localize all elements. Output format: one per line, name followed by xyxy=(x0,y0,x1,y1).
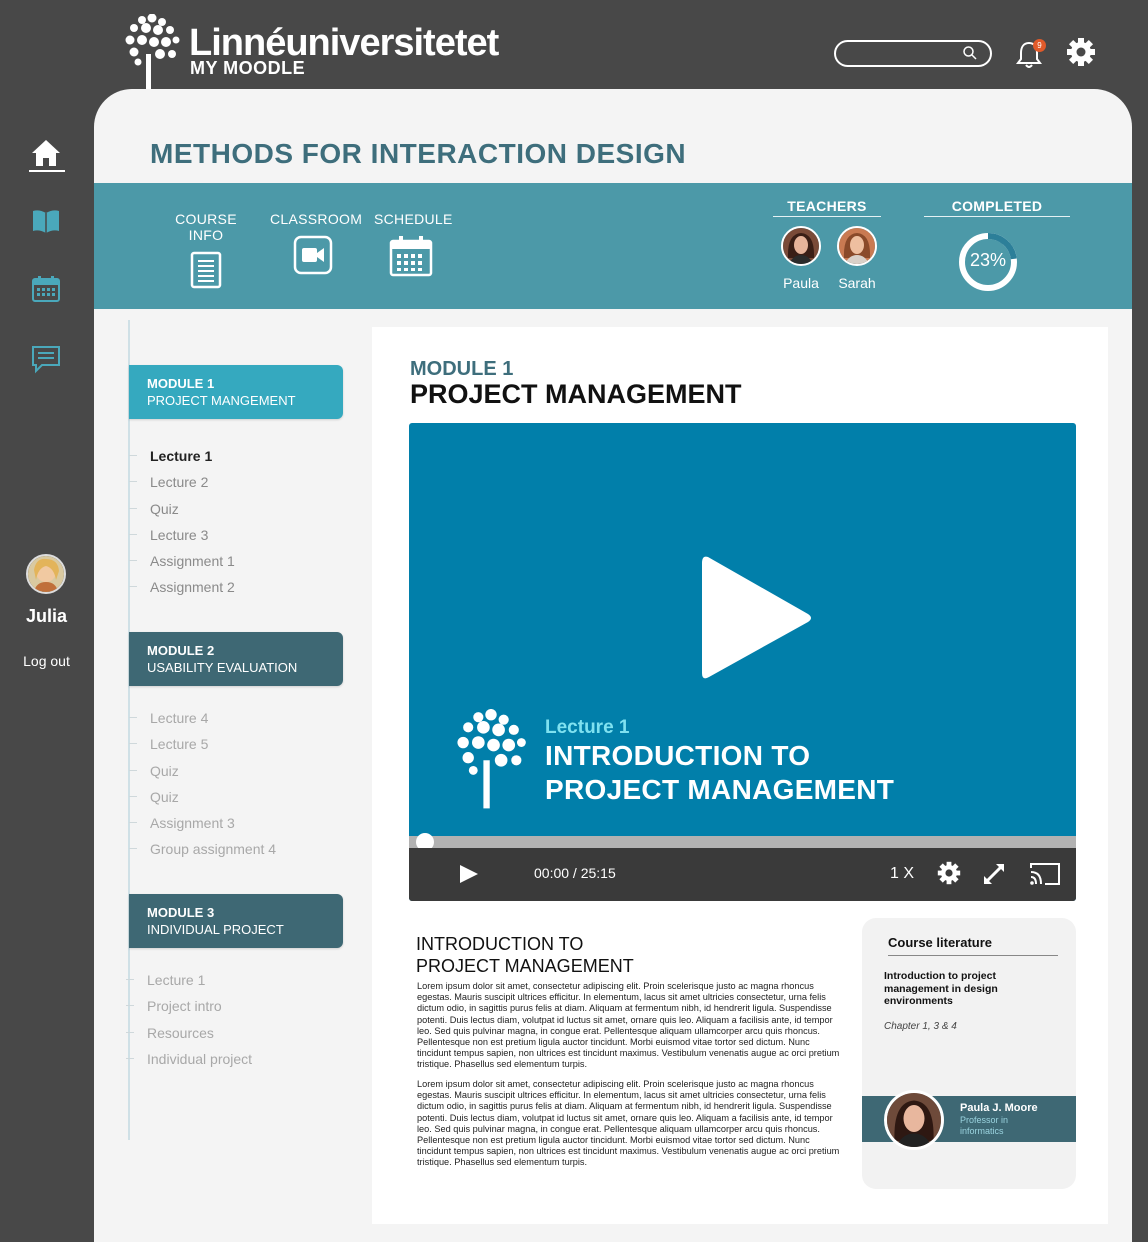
user-name: Julia xyxy=(25,606,68,626)
video-time: 00:00 / 25:15 xyxy=(534,865,616,881)
tree-logo-icon xyxy=(457,709,526,809)
list-item[interactable]: Project intro xyxy=(125,996,252,1022)
home-icon[interactable] xyxy=(30,138,62,168)
list-item[interactable]: Lecture 1 xyxy=(129,446,235,472)
list-item[interactable]: Assignment 2 xyxy=(129,577,235,603)
list-item[interactable]: Lecture 5 xyxy=(128,734,276,760)
tab-course-info[interactable]: COURSE INFO xyxy=(160,211,252,292)
module-number: MODULE 2 xyxy=(147,643,215,658)
seek-bar[interactable] xyxy=(409,836,1076,848)
course-literature-card: Course literature Introduction to projec… xyxy=(862,918,1076,1189)
video-controls: 00:00 / 25:15 1 X xyxy=(409,848,1076,901)
video-camera-icon xyxy=(293,235,333,275)
article-heading-line: PROJECT MANAGEMENT xyxy=(416,956,634,976)
completed-percent: 23% xyxy=(969,250,1007,270)
playback-speed[interactable]: 1 X xyxy=(890,865,914,883)
logo[interactable]: Linnéuniversitetet MY MOODLE xyxy=(122,14,542,92)
chat-icon[interactable] xyxy=(30,344,62,374)
literature-heading: Course literature xyxy=(888,935,1058,956)
avatar-photo xyxy=(28,556,64,592)
document-icon xyxy=(190,251,222,289)
video-title: INTRODUCTION TO PROJECT MANAGEMENT xyxy=(545,739,894,807)
list-item[interactable]: Quiz xyxy=(129,499,235,525)
literature-book[interactable]: Introduction to project management in de… xyxy=(884,970,1034,1008)
avatar[interactable] xyxy=(26,554,66,594)
article-heading: INTRODUCTION TO PROJECT MANAGEMENT xyxy=(416,933,634,977)
list-item[interactable]: Lecture 1 xyxy=(125,970,252,996)
play-icon[interactable] xyxy=(459,864,479,884)
teacher-sarah[interactable]: Sarah xyxy=(835,226,879,291)
tab-label: CLASSROOM xyxy=(270,211,363,227)
list-item[interactable]: Lecture 4 xyxy=(128,708,276,734)
teacher-name: Paula xyxy=(783,275,819,291)
book-icon[interactable] xyxy=(30,207,62,235)
page-title: METHODS FOR INTERACTION DESIGN xyxy=(150,138,687,169)
gear-icon[interactable] xyxy=(937,861,961,885)
module-name: INDIVIDUAL PROJECT xyxy=(147,922,284,937)
app-root: Linnéuniversitetet MY MOODLE 9 Julia Log… xyxy=(0,0,1148,1242)
teachers-heading: TEACHERS xyxy=(773,198,881,217)
avatar xyxy=(781,226,821,266)
module-1-button[interactable]: MODULE 1 PROJECT MANGEMENT xyxy=(129,365,343,419)
module-2-button[interactable]: MODULE 2 USABILITY EVALUATION xyxy=(129,632,343,686)
gear-icon[interactable] xyxy=(1066,37,1096,67)
module-number: MODULE 3 xyxy=(147,905,215,920)
avatar xyxy=(837,226,877,266)
module-1-items: Lecture 1 Lecture 2 Quiz Lecture 3 Assig… xyxy=(129,446,235,604)
list-item[interactable]: Individual project xyxy=(125,1049,252,1075)
brand-name: Linnéuniversitetet xyxy=(189,22,499,64)
calendar-icon xyxy=(389,236,433,277)
professor-role: Professor in informatics xyxy=(960,1115,1009,1136)
module-timeline xyxy=(128,320,130,1140)
tab-label: COURSE INFO xyxy=(175,211,237,243)
list-item[interactable]: Quiz xyxy=(128,761,276,787)
tab-schedule[interactable]: SCHEDULE xyxy=(374,211,453,280)
module-number: MODULE 1 xyxy=(147,376,215,391)
active-indicator xyxy=(29,170,65,172)
video-title-line: INTRODUCTION TO xyxy=(545,740,811,771)
logout-link[interactable]: Log out xyxy=(0,653,93,669)
literature-chapters: Chapter 1, 3 & 4 xyxy=(884,1021,957,1032)
completed-heading: COMPLETED xyxy=(924,198,1070,217)
tab-classroom[interactable]: CLASSROOM xyxy=(270,211,363,278)
list-item[interactable]: Quiz xyxy=(128,787,276,813)
professor-name: Paula J. Moore xyxy=(960,1102,1038,1114)
video-title-line: PROJECT MANAGEMENT xyxy=(545,774,895,805)
tree-logo-icon xyxy=(125,14,180,92)
list-item[interactable]: Resources xyxy=(125,1023,252,1049)
sub-brand: MY MOODLE xyxy=(190,58,306,78)
article-heading-line: INTRODUCTION TO xyxy=(416,934,584,954)
list-item[interactable]: Assignment 3 xyxy=(128,813,276,839)
teacher-name: Sarah xyxy=(838,275,876,291)
tab-label: SCHEDULE xyxy=(374,211,453,227)
article-paragraph: Lorem ipsum dolor sit amet, consectetur … xyxy=(417,981,840,1070)
notification-badge: 9 xyxy=(1033,39,1046,52)
module-label: MODULE 1 xyxy=(410,358,514,380)
module-name: USABILITY EVALUATION xyxy=(147,660,298,675)
fullscreen-icon[interactable] xyxy=(982,862,1006,886)
video-lecture-label: Lecture 1 xyxy=(545,717,630,738)
calendar-icon[interactable] xyxy=(30,274,62,304)
teacher-paula[interactable]: Paula xyxy=(779,226,823,291)
module-name: PROJECT MANGEMENT xyxy=(147,393,296,408)
play-icon[interactable] xyxy=(702,553,814,683)
list-item[interactable]: Group assignment 4 xyxy=(128,839,276,865)
search-icon[interactable] xyxy=(962,45,978,61)
cast-icon[interactable] xyxy=(1029,862,1061,886)
module-3-button[interactable]: MODULE 3 INDIVIDUAL PROJECT xyxy=(129,894,343,948)
list-item[interactable]: Lecture 2 xyxy=(129,472,235,498)
avatar[interactable] xyxy=(884,1090,944,1150)
module-2-items: Lecture 4 Lecture 5 Quiz Quiz Assignment… xyxy=(128,708,276,866)
article-paragraph: Lorem ipsum dolor sit amet, consectetur … xyxy=(417,1079,840,1168)
video-player[interactable]: Lecture 1 INTRODUCTION TO PROJECT MANAGE… xyxy=(409,423,1076,901)
module-title: PROJECT MANAGEMENT xyxy=(410,379,742,409)
list-item[interactable]: Assignment 1 xyxy=(129,551,235,577)
list-item[interactable]: Lecture 3 xyxy=(129,525,235,551)
search-input[interactable] xyxy=(834,40,992,67)
module-3-items: Lecture 1 Project intro Resources Indivi… xyxy=(125,970,252,1075)
